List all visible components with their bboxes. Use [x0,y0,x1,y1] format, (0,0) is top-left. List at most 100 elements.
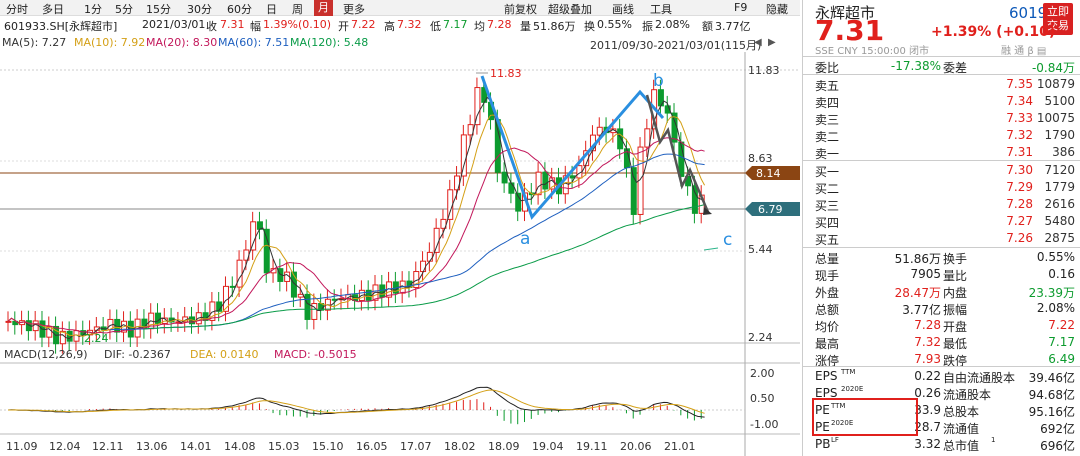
period-more[interactable]: 更多 [343,1,365,17]
stat-row: 均价 7.28 开盘 7.22 [803,316,1080,334]
candle [365,280,372,311]
candle [141,309,148,339]
stat-value-2: 0.16 [1048,267,1075,281]
bid-qty: 1779 [1044,180,1075,194]
y-label-2: 8.63 [748,152,773,165]
x-axis-label: 14.01 [180,440,212,453]
bid-qty: 5480 [1044,214,1075,228]
wave-label-a: a [520,229,530,249]
ask-price: 7.34 [1006,94,1033,108]
candle-body [379,284,386,298]
tool-overlay[interactable]: 超级叠加 [548,1,592,17]
period-30min[interactable]: 30分 [187,1,212,17]
period-15min[interactable]: 15分 [146,1,171,17]
x-axis-label: 12.11 [92,440,124,453]
stock-title: 601933.SH[永辉超市] [4,20,118,33]
period-60min[interactable]: 60分 [227,1,252,17]
high-mark: 11.83 [490,67,522,80]
candle-body [542,171,549,190]
ask-price: 7.31 [1006,145,1033,159]
wave-label-c: c [723,230,732,250]
x-axis-label: 12.04 [49,440,81,453]
tool-tools[interactable]: 工具 [650,1,672,17]
bar-date: 2021/03/01 [142,18,206,31]
x-axis-label: 19.04 [532,440,564,453]
candle-body [297,293,304,298]
bid-row: 买三 7.28 2616 [803,195,1080,213]
candle [236,250,243,298]
tool-f9[interactable]: F9 [734,1,747,14]
wave-label-b: b [653,71,664,91]
candle-body [433,227,440,253]
bid-row: 买二 7.29 1779 [803,178,1080,196]
period-1min[interactable]: 1分 [84,1,102,17]
ma5-label: MA(5): 7.27 [2,36,67,49]
stat-row: 总额 3.77亿 振幅 2.08% [803,299,1080,317]
candle [630,157,637,225]
candle [501,162,508,193]
candle [155,303,162,334]
fin-value: 0.26 [914,386,941,400]
price-tag-6-79: 6.79 [758,203,783,216]
period-week[interactable]: 周 [292,1,303,17]
candle-body [236,259,243,288]
bid-qty: 2616 [1044,197,1075,211]
x-axis-label: 14.08 [224,440,256,453]
amp-label: 幅 [250,20,261,33]
candle [250,211,257,260]
fin-value: 33.9 [914,403,941,417]
fin-row: EPS TTM 0.22 自由流通股本 39.46亿 [803,367,1080,385]
bid-level-label: 买五 [815,233,840,247]
pe-highlight-box [812,398,918,436]
stat-value: 7905 [910,267,941,281]
price-tag-8-14: 8.14 [756,167,781,180]
period-day[interactable]: 日 [266,1,277,17]
ma60-label: MA(60): 7.51 [218,36,290,49]
period-fenshi[interactable]: 分时 [6,1,28,17]
ask-row: 卖四 7.34 5100 [803,92,1080,110]
avg-label: 均 [474,20,485,33]
ask-qty: 10075 [1036,111,1075,125]
macd-y-bottom: -1.00 [750,418,778,431]
stock-info-line: 601933.SH[永辉超市] 2021/03/01 收 7.31 幅 1.39… [0,17,800,33]
candle-body [460,134,467,177]
y-label-min: 2.24 [748,331,773,344]
date-range: 2011/09/30-2021/03/01(115月) [590,39,762,52]
candle-body [263,228,270,274]
candle-body [535,171,542,196]
period-duori[interactable]: 多日 [42,1,64,17]
candle-body [32,320,39,332]
stat-value-2: 7.22 [1048,318,1075,332]
range-left-arrow[interactable]: ◀ [754,37,762,48]
tool-draw-line[interactable]: 画线 [612,1,634,17]
ma20-label: MA(20): 8.30 [146,36,218,49]
period-5min[interactable]: 5分 [115,1,133,17]
candle-body [250,221,257,251]
market-meta: SSE CNY 15:00:00 闭市 [815,46,930,57]
candle [644,118,651,158]
tool-adjust[interactable]: 前复权 [504,1,537,17]
ask-price: 7.35 [1006,77,1033,91]
period-month[interactable]: 月 [314,0,333,16]
candle-body [426,251,433,262]
tool-hide[interactable]: 隐藏 [766,1,788,17]
bid-price: 7.27 [1006,214,1033,228]
ask-row: 卖五 7.35 10879 [803,75,1080,93]
candle [433,218,440,263]
x-axis-label: 20.06 [620,440,652,453]
ma20-line [7,137,705,334]
kline-chart[interactable]: a b c 11.83 2.24 11.83 8.63 5.44 2.24 8.… [0,52,800,456]
x-axis-label: 11.09 [6,440,38,453]
range-right-arrow[interactable]: ▶ [768,37,776,48]
candle [447,179,454,230]
candle [617,118,624,159]
macd-value: MACD: -0.5015 [274,348,357,361]
x-axis-label: 17.07 [400,440,432,453]
stat-row: 现手 7905 量比 0.16 [803,265,1080,283]
avg-value: 7.28 [487,18,512,31]
ask-price: 7.33 [1006,111,1033,125]
c-marker-line [703,247,719,251]
x-axis-label: 13.06 [136,440,168,453]
stat-row: 外盘 28.47万 内盘 23.39万 [803,282,1080,300]
x-axis-label: 15.03 [268,440,300,453]
